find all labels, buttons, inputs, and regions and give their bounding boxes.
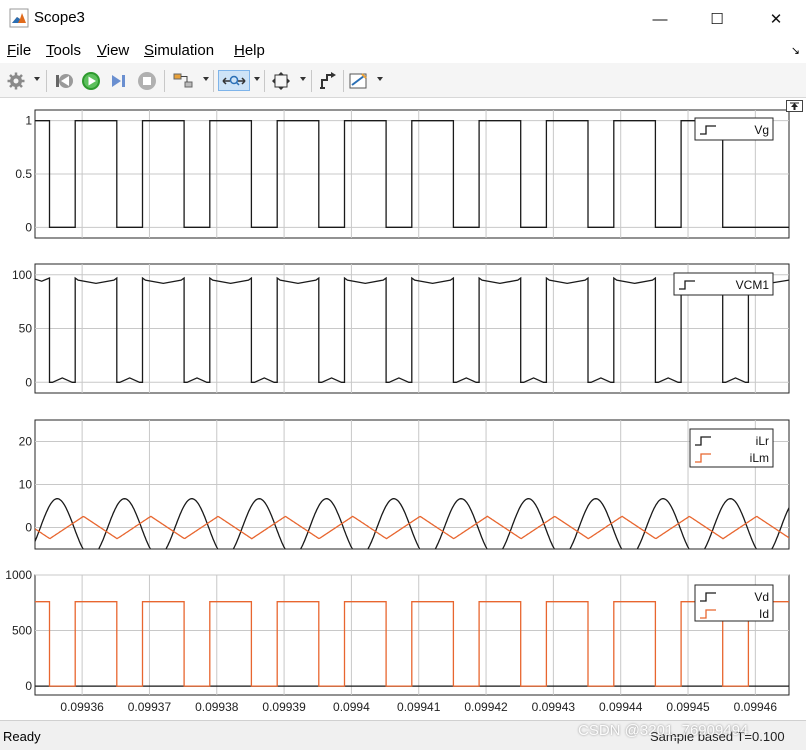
y-tick-label: 20 [19,435,33,449]
x-tick-label: 0.09944 [599,700,643,714]
scope-plot[interactable]: 10.50Vg100500VCM120100iLriLm10005000VdId… [0,0,806,720]
x-tick-label: 0.09936 [60,700,104,714]
x-tick-label: 0.09945 [666,700,710,714]
x-tick-label: 0.09937 [128,700,172,714]
y-tick-label: 0 [25,679,32,693]
y-tick-label: 1000 [5,568,32,582]
x-tick-label: 0.09938 [195,700,239,714]
y-tick-label: 1 [25,114,32,128]
watermark: CSDN @3201_76909494 [578,722,749,739]
y-tick-label: 50 [19,322,33,336]
y-tick-label: 0.5 [15,167,32,181]
legend-label-ilr: iLr [756,434,769,448]
legend-label-vd: Vd [754,590,769,604]
x-tick-label: 0.09943 [532,700,576,714]
y-tick-label: 500 [12,624,32,638]
x-tick-label: 0.0994 [333,700,370,714]
y-tick-label: 0 [25,521,32,535]
y-tick-label: 10 [19,478,33,492]
legend-label-vcm1: VCM1 [736,278,770,292]
x-tick-label: 0.09939 [262,700,306,714]
status-text: Ready [3,729,41,744]
y-tick-label: 0 [25,375,32,389]
x-tick-label: 0.09942 [464,700,508,714]
y-tick-label: 0 [25,220,32,234]
x-tick-label: 0.09941 [397,700,441,714]
y-tick-label: 100 [12,268,32,282]
legend-label-id: Id [759,607,769,621]
legend-label-ilm: iLm [750,451,769,465]
legend-label-vg: Vg [754,123,769,137]
undock-icon[interactable] [786,100,803,112]
x-tick-label: 0.09946 [734,700,778,714]
